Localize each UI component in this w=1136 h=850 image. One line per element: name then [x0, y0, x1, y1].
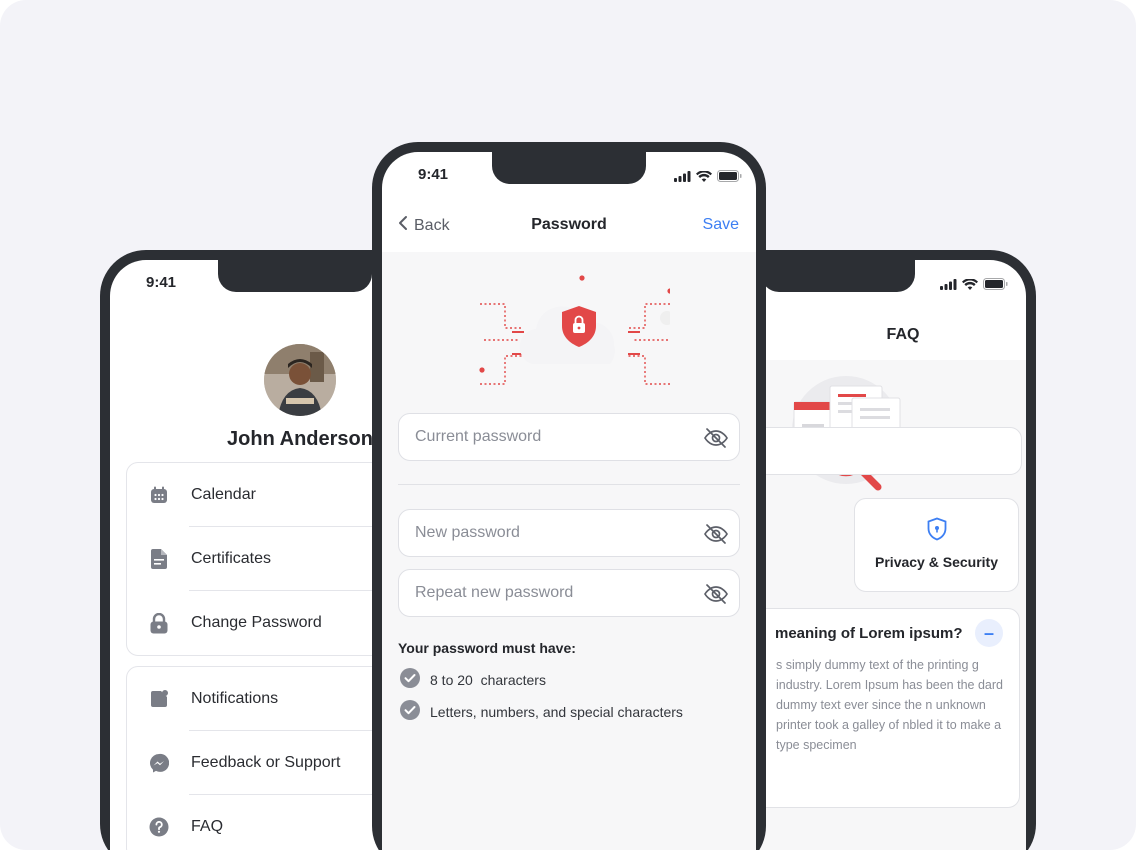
collapse-button[interactable]: – [975, 619, 1003, 647]
requirement-item: 8 to 20 characters [400, 668, 546, 691]
check-circle-icon [400, 700, 420, 723]
document-icon [149, 549, 169, 569]
security-illustration [470, 270, 674, 395]
question-icon [149, 817, 169, 837]
menu-item-label: FAQ [191, 818, 224, 835]
category-privacy-security[interactable]: Privacy & Security [854, 498, 1019, 592]
requirement-text: Letters, numbers, and special characters [430, 703, 683, 720]
battery-icon [717, 169, 742, 187]
notification-icon [149, 689, 169, 709]
eye-off-icon[interactable] [703, 521, 729, 547]
status-icons [674, 169, 742, 187]
signal-icon [940, 277, 957, 295]
repeat-password-input[interactable] [399, 570, 659, 616]
signal-icon [674, 169, 691, 187]
status-icons [940, 277, 1008, 295]
password-screen: 9:41 Back Password Save Your password mu… [382, 152, 756, 850]
phone-notch [218, 260, 372, 292]
wifi-icon [696, 169, 712, 187]
page-title: Password [531, 216, 607, 233]
messenger-icon [149, 753, 169, 773]
status-time: 9:41 [146, 274, 177, 291]
password-phone: 9:41 Back Password Save Your password mu… [372, 142, 766, 850]
menu-item-label: Certificates [191, 550, 272, 567]
eye-off-icon[interactable] [703, 425, 729, 451]
menu-item-label: Notifications [191, 690, 279, 707]
avatar[interactable] [264, 344, 336, 416]
new-password-field[interactable] [398, 509, 740, 557]
menu-item-label: Feedback or Support [191, 754, 341, 771]
calendar-icon [149, 485, 169, 505]
faq-answer: s simply dummy text of the printing g in… [776, 658, 1003, 752]
requirements-title: Your password must have: [398, 640, 576, 656]
new-password-input[interactable] [399, 510, 659, 556]
page-title: FAQ [886, 326, 920, 343]
eye-off-icon[interactable] [703, 581, 729, 607]
showcase-canvas: 9:41 John Anderson Calendar Certificates… [0, 0, 1136, 850]
shield-icon [855, 517, 1018, 544]
current-password-field[interactable] [398, 413, 740, 461]
repeat-password-field[interactable] [398, 569, 740, 617]
current-password-input[interactable] [399, 414, 659, 460]
field-divider [398, 484, 740, 485]
requirement-item: Letters, numbers, and special characters [400, 700, 683, 723]
nav-bar: Back Password Save [382, 200, 756, 252]
save-button[interactable]: Save [703, 216, 739, 234]
check-circle-icon [400, 668, 420, 691]
status-time: 9:41 [418, 166, 449, 183]
menu-item-label: Calendar [191, 486, 256, 503]
requirement-text: 8 to 20 characters [430, 671, 546, 688]
phone-notch [761, 260, 915, 292]
menu-item-label: Change Password [191, 614, 322, 631]
phone-notch [492, 152, 646, 184]
lock-icon [149, 612, 169, 633]
wifi-icon [962, 277, 978, 295]
battery-icon [983, 277, 1008, 295]
category-label: Privacy & Security [875, 554, 998, 570]
